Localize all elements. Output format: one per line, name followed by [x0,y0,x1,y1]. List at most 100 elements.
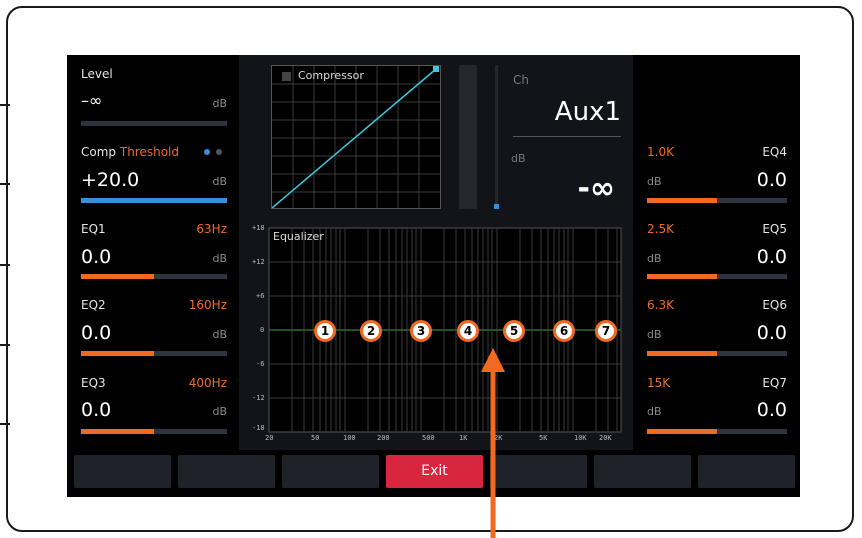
y-tick-label: +12 [252,258,265,266]
eq5-freq: 2.5K [647,222,674,236]
eq6-bar [647,351,787,356]
compressor-checkbox[interactable] [282,72,291,81]
softkey-7[interactable] [698,455,795,488]
eq2-label: EQ2 [81,298,106,312]
eq-node-1[interactable]: 1 [314,320,336,342]
frame-tick [0,264,10,266]
comp-threshold-bar-fill [81,198,227,203]
eq3-unit: dB [212,405,227,418]
right-parameter-column: 1.0K EQ4 dB 0.0 2.5K EQ5 dB 0.0 6.3K EQ6… [647,55,787,445]
x-tick-label: 100 [343,434,356,442]
eq6-value: 0.0 [756,322,787,344]
eq7-bar-fill [647,429,717,434]
x-tick-label: 5K [539,434,548,442]
frame-tick [0,344,10,346]
compressor-handle[interactable] [433,66,439,72]
x-tick-label: 10K [574,434,587,442]
frame-tick [0,104,10,106]
device-screen: Level –∞ dB Comp Threshold +20.0 dB EQ1 … [67,55,800,497]
eq4-label: EQ4 [762,145,787,159]
x-tick-label: 1K [459,434,468,442]
x-tick-label: 20K [599,434,612,442]
eq6-bar-fill [647,351,717,356]
x-tick-label: 500 [422,434,435,442]
frame-tick [0,183,10,185]
eq5-unit: dB [647,252,662,265]
eq2-bar [81,351,227,356]
equalizer-graph[interactable]: Equalizer +18 +12 +6 0 -6 -12 -18 20 50 … [239,223,633,445]
eq-node-4[interactable]: 4 [457,320,479,342]
eq2-unit: dB [212,328,227,341]
eq3-value: 0.0 [81,399,112,421]
softkey-3[interactable] [282,455,379,488]
y-tick-label: -18 [252,424,265,432]
softkey-6[interactable] [594,455,691,488]
input-meter [459,65,477,209]
y-tick-label: -6 [256,360,265,368]
channel-unit: dB [511,152,526,165]
eq4-freq: 1.0K [647,145,674,159]
eq7-bar [647,429,787,434]
eq4-value: 0.0 [756,169,787,191]
eq3-bar [81,429,227,434]
compressor-title: Compressor [298,69,364,82]
compressor-graph[interactable]: Compressor [271,65,441,209]
eq4-bar [647,198,787,203]
eq4-unit: dB [647,175,662,188]
eq2-value: 0.0 [81,322,112,344]
level-value: –∞ [81,91,103,110]
annotation-arrow [481,348,505,538]
comp-threshold-bar [81,198,227,203]
level-bar [81,121,227,126]
eq1-bar [81,274,227,279]
eq3-freq: 400Hz [188,376,227,390]
channel-name: Aux1 [554,97,621,127]
page-dot-active-icon[interactable] [204,149,210,155]
exit-button[interactable]: Exit [386,455,483,488]
eq1-label: EQ1 [81,222,106,236]
comp-param-text: Threshold [119,145,179,159]
eq7-freq: 15K [647,376,671,390]
frame-tick [0,423,10,425]
comp-label: Comp Threshold [81,145,179,159]
x-tick-label: 20 [265,434,274,442]
comp-threshold-value: +20.0 [81,169,140,191]
gain-meter-level [494,204,499,209]
eq1-freq: 63Hz [196,222,227,236]
y-tick-label: +18 [252,224,265,232]
left-parameter-column: Level –∞ dB Comp Threshold +20.0 dB EQ1 … [81,55,227,445]
x-tick-label: 50 [311,434,320,442]
eq-node-2[interactable]: 2 [360,320,382,342]
channel-label: Ch [513,73,529,87]
eq2-bar-fill [81,351,154,356]
softkey-1[interactable] [74,455,171,488]
level-label: Level [81,67,113,81]
eq1-unit: dB [212,252,227,265]
eq3-label: EQ3 [81,376,106,390]
level-unit: dB [212,97,227,110]
channel-level: -∞ [577,171,615,206]
eq5-value: 0.0 [756,246,787,268]
center-panel: Compressor Ch Aux1 dB -∞ Equalizer +18 +… [239,55,633,450]
x-tick-label: 200 [377,434,390,442]
eq7-value: 0.0 [756,399,787,421]
gain-meter [494,65,499,209]
page-dot-icon[interactable] [216,149,222,155]
equalizer-title: Equalizer [273,230,324,243]
y-tick-label: +6 [256,292,265,300]
eq7-unit: dB [647,405,662,418]
eq5-bar-fill [647,274,717,279]
softkey-2[interactable] [178,455,275,488]
eq7-label: EQ7 [762,376,787,390]
eq-node-5[interactable]: 5 [503,320,525,342]
eq1-bar-fill [81,274,154,279]
eq2-freq: 160Hz [188,298,227,312]
eq-node-6[interactable]: 6 [553,320,575,342]
eq-node-7[interactable]: 7 [595,320,617,342]
eq5-label: EQ5 [762,222,787,236]
y-tick-label: -12 [252,394,265,402]
eq-node-3[interactable]: 3 [410,320,432,342]
eq1-value: 0.0 [81,246,112,268]
y-tick-label: 0 [260,326,265,334]
eq6-label: EQ6 [762,298,787,312]
